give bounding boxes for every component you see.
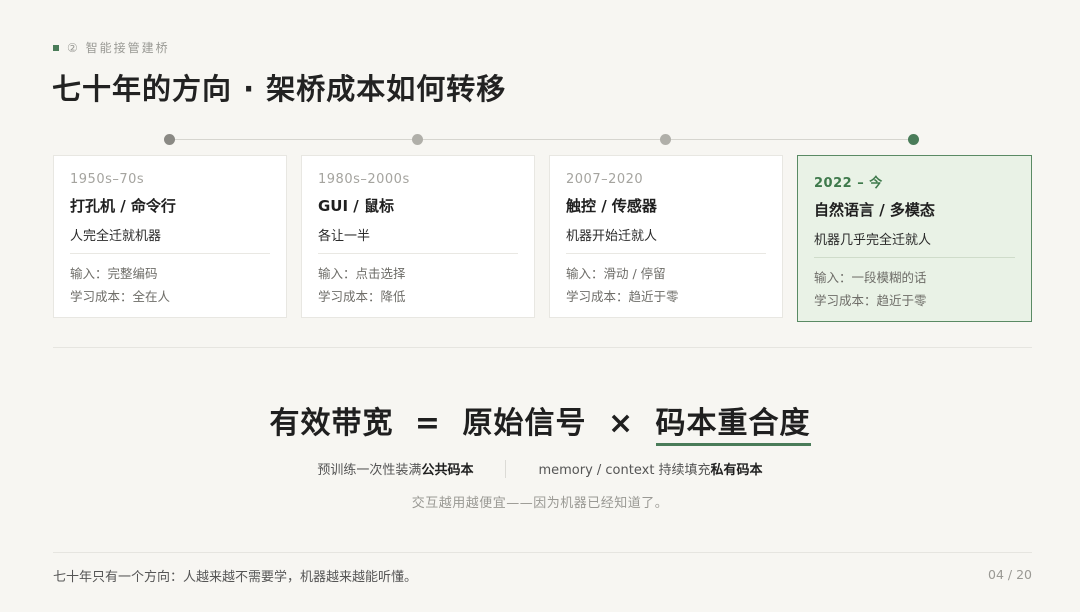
divider [566,253,766,254]
era-learning-cost: 学习成本：趋近于零 [566,289,679,304]
formula-term-codebook-overlap: 码本重合度 [655,398,811,446]
era-input: 输入：点击选择 [318,266,406,281]
section-divider [53,347,1032,348]
era-years: 2007–2020 [566,172,644,187]
section-tag: ② 智能接管建桥 [53,39,170,56]
era-summary: 机器开始迁就人 [566,229,658,244]
era-summary: 人完全迁就机器 [70,229,162,244]
era-years: 1950s–70s [70,172,145,187]
divider [318,253,518,254]
era-summary: 各让一半 [318,229,371,244]
formula-note: 交互越用越便宜——因为机器已经知道了。 [411,496,669,511]
era-learning-cost: 学习成本：全在人 [70,289,171,304]
formula-term-raw-signal: 原始信号 [462,406,587,441]
era-interface: GUI / 鼠标 [318,197,394,215]
era-input: 输入：完整编码 [70,266,158,281]
public-codebook-prefix: 预训练一次性装满 [317,463,422,478]
public-codebook-note: 预训练一次性装满公共码本 [317,459,473,478]
times-sign: × [607,406,635,441]
private-codebook-prefix: memory / context 持续填充 [538,463,711,478]
timeline-dot [412,134,423,145]
divider [814,257,1015,258]
formula-explanation: 预训练一次性装满公共码本 memory / context 持续填充私有码本 [0,459,1080,478]
private-codebook-note: memory / context 持续填充私有码本 [538,459,762,478]
era-years: 1980s–2000s [318,172,410,187]
divider [70,253,270,254]
section-label: ② 智能接管建桥 [67,41,170,55]
footer-summary: 七十年只有一个方向：人越来越不需要学，机器越来越能听懂。 [53,570,418,585]
timeline-dot [164,134,175,145]
timeline-dot-active [908,134,919,145]
era-interface: 打孔机 / 命令行 [70,197,176,215]
timeline-dot [660,134,671,145]
public-codebook-label: 公共码本 [421,463,474,478]
formula-left: 有效带宽 [269,406,394,441]
bandwidth-formula: 有效带宽 = 原始信号 × 码本重合度 [0,398,1080,446]
era-interface: 自然语言 / 多模态 [814,201,935,219]
era-card-highlighted: 2022 – 今 自然语言 / 多模态 机器几乎完全迁就人 输入：一段模糊的话 … [797,155,1032,322]
era-learning-cost: 学习成本：趋近于零 [814,293,927,308]
timeline-line [169,139,914,140]
era-card: 1950s–70s 打孔机 / 命令行 人完全迁就机器 输入：完整编码 学习成本… [53,155,287,318]
era-card: 1980s–2000s GUI / 鼠标 各让一半 输入：点击选择 学习成本：降… [301,155,535,318]
vertical-separator [505,459,507,478]
era-input: 输入：滑动 / 停留 [566,266,666,281]
footer-divider [53,552,1032,553]
era-learning-cost: 学习成本：降低 [318,289,406,304]
equals-sign: = [414,406,442,441]
era-interface: 触控 / 传感器 [566,197,657,215]
era-card: 2007–2020 触控 / 传感器 机器开始迁就人 输入：滑动 / 停留 学习… [549,155,783,318]
era-years: 2022 – 今 [814,176,883,191]
era-input: 输入：一段模糊的话 [814,270,927,285]
era-summary: 机器几乎完全迁就人 [814,233,932,248]
page-title: 七十年的方向 · 架桥成本如何转移 [52,72,507,106]
private-codebook-label: 私有码本 [710,463,763,478]
square-marker-icon [53,44,59,51]
page-number: 04 / 20 [988,567,1032,582]
